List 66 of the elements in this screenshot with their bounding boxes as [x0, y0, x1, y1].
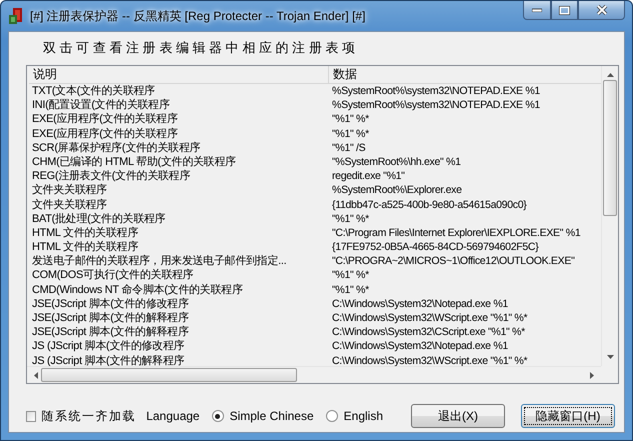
scroll-right-icon[interactable] [589, 370, 595, 380]
table-cell-text: JSE(JScript 脚本(文件的解释程序 [31, 325, 190, 340]
table-cell-text: C:\Windows\System32\Notepad.exe %1 [331, 296, 508, 311]
window-title: [#] 注册表保护器 -- 反黑精英 [Reg Protecter -- Trojan Ender] [#] [30, 8, 366, 24]
table-cell-text: 发送电子邮件的关联程序，用来发送电子邮件到指定... [31, 254, 288, 268]
table-cell-text: {11dbb47c-a525-400b-9e80-a54615a090c0} [331, 198, 526, 212]
table-cell-text: {17FE9752-0B5A-4665-84CD-569794602F5C} [331, 240, 538, 254]
table-cell-text: regedit.exe "%1" [331, 169, 405, 184]
autostart-checkbox[interactable] [26, 410, 36, 422]
table-cell-text: C:\Windows\System32\Notepad.exe %1 [331, 339, 508, 354]
close-button[interactable] [578, 1, 625, 20]
scroll-left-icon[interactable] [33, 370, 39, 380]
table-cell-text: COM(DOS可执行(文件的关联程序 [31, 268, 194, 283]
table-cell-text: JS (JScript 脚本(文件的解释程序 [31, 354, 186, 366]
radio-label[interactable]: English [344, 409, 383, 423]
table-cell-text: C:\Windows\System32\WScript.exe "%1" %* [331, 354, 528, 366]
table-cell-text: CHM(已编译的 HTML 帮助(文件的关联程序 [31, 154, 237, 170]
table-cell-text: 文件夹关联程序 [31, 183, 108, 198]
table-cell-text: EXE(应用程序(文件的关联程序 [31, 126, 179, 141]
scroll-up-icon[interactable] [606, 72, 614, 78]
radio-button[interactable] [326, 410, 338, 422]
table-cell-text: "%1" %* [331, 268, 369, 283]
table-cell-text: JS (JScript 脚本(文件的修改程序 [31, 339, 186, 354]
table-cell-text: "%1" %* [331, 112, 369, 127]
table-cell-text: REG(注册表文件(文件的关联程序 [31, 169, 192, 184]
scroll-down-icon[interactable] [606, 354, 614, 360]
minimize-icon[interactable] [532, 8, 542, 12]
table-cell-text: "%1" /S [331, 140, 366, 155]
table-cell-text: EXE(应用程序(文件的关联程序 [31, 112, 179, 127]
table-cell-text: HTML 文件的关联程序 [31, 240, 139, 254]
table-cell-text: "%1" %* [331, 212, 369, 226]
table-cell-text: 文件夹关联程序 [31, 198, 108, 212]
app-icon [8, 7, 24, 25]
table-cell-text: HTML 文件的关联程序 [31, 226, 139, 240]
language-label: Language [146, 409, 200, 423]
table-cell-text: C:\Windows\System32\CScript.exe "%1" %* [331, 325, 525, 340]
table-cell-text: BAT(批处理(文件的关联程序 [31, 212, 166, 226]
table-cell-text: "%1" %* [331, 126, 369, 141]
instruction-text: 双 击 可 查 看 注 册 表 编 辑 器 中 相 应 的 注 册 表 项 [43, 39, 356, 57]
table-cell-text: %SystemRoot%\system32\NOTEPAD.EXE %1 [331, 98, 540, 112]
table-cell-text: %SystemRoot%\Explorer.exe [331, 183, 462, 198]
table-cell-text: INI(配置设置(文件的关联程序 [31, 98, 171, 112]
minimize-button[interactable] [523, 1, 551, 20]
table-cell-text: "%SystemRoot%\hh.exe" %1 [331, 154, 461, 170]
exit-button[interactable]: 退出(X) [411, 404, 505, 428]
column-header[interactable]: 数据 [329, 66, 357, 83]
table-cell-text: SCR(屏幕保护程序(文件的关联程序 [31, 140, 202, 155]
close-icon[interactable] [596, 5, 608, 15]
hide-window-button[interactable]: 隐藏窗口(H) [521, 404, 615, 428]
maximize-icon[interactable] [559, 6, 570, 14]
table-cell-text: C:\Windows\System32\WScript.exe "%1" %* [331, 311, 528, 326]
table-cell-text: "C:\Program Files\Internet Explorer\IEXPLORE.EXE" %1 [331, 226, 580, 240]
autostart-label: 随系统一齐加载 [42, 408, 136, 424]
maximize-button[interactable] [551, 1, 578, 20]
horizontal-scrollbar[interactable] [27, 366, 601, 383]
table-cell-text: JSE(JScript 脚本(文件的修改程序 [31, 296, 190, 311]
table-cell-text: "C:\PROGRA~2\MICROS~1\Office12\OUTLOOK.EXE" [331, 254, 574, 268]
table-cell-text: TXT(文本(文件的关联程序 [31, 84, 156, 98]
table-cell-text: JSE(JScript 脚本(文件的解释程序 [31, 311, 190, 326]
vertical-scrollbar[interactable] [601, 66, 618, 366]
table-cell-text: %SystemRoot%\system32\NOTEPAD.EXE %1 [331, 84, 540, 98]
table-cell-text: CMD(Windows NT 命令脚本(文件的关联程序 [31, 282, 244, 297]
table-cell-text: "%1" %* [331, 282, 369, 297]
radio-button[interactable] [212, 410, 224, 422]
radio-label[interactable]: Simple Chinese [230, 409, 314, 423]
column-header[interactable]: 说明 [29, 66, 329, 83]
